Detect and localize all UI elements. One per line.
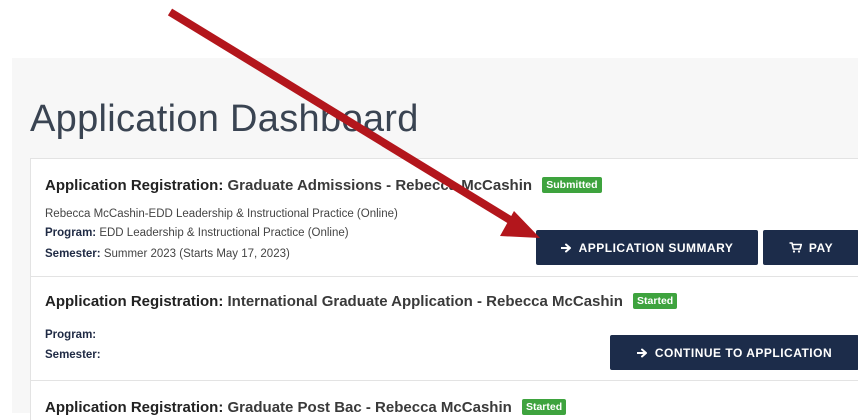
application-summary-label: APPLICATION SUMMARY <box>578 240 734 255</box>
shopping-cart-icon <box>789 242 802 253</box>
heading-prefix: Application Registration: <box>45 177 224 194</box>
semester-label: Semester: <box>45 349 101 361</box>
arrow-right-icon <box>560 243 571 252</box>
application-heading: Application Registration: International … <box>45 293 678 310</box>
application-detail: Rebecca McCashin-EDD Leadership & Instru… <box>45 208 398 220</box>
arrow-right-icon <box>636 348 647 357</box>
heading-prefix: Application Registration: <box>45 399 224 416</box>
status-badge: Started <box>633 293 678 309</box>
application-card-graduate-admissions: Application Registration: Graduate Admis… <box>30 158 858 276</box>
page-title: Application Dashboard <box>30 98 419 140</box>
heading-prefix: Application Registration: <box>45 293 224 310</box>
semester-line: Semester: Summer 2023 (Starts May 17, 20… <box>45 248 290 260</box>
pay-label: PAY <box>808 240 834 255</box>
semester-label: Semester: <box>45 248 101 260</box>
program-label: Program: <box>45 329 97 341</box>
program-line: Program: EDD Leadership & Instructional … <box>45 227 349 239</box>
semester-value: Summer 2023 (Starts May 17, 2023) <box>103 248 290 260</box>
pay-button[interactable]: PAY <box>763 230 858 265</box>
heading-text: International Graduate Application - Reb… <box>227 293 623 310</box>
program-label: Program: <box>45 227 97 239</box>
application-summary-button[interactable]: APPLICATION SUMMARY <box>536 230 758 265</box>
application-card-international-graduate: Application Registration: International … <box>30 276 858 380</box>
heading-text: Graduate Admissions - Rebecca McCashin <box>227 177 533 194</box>
application-heading: Application Registration: Graduate Post … <box>45 399 567 416</box>
semester-line: Semester: <box>45 349 101 361</box>
program-value: EDD Leadership & Instructional Practice … <box>99 227 349 239</box>
continue-to-application-button[interactable]: CONTINUE TO APPLICATION <box>610 335 858 370</box>
program-line: Program: <box>45 329 96 341</box>
application-heading: Application Registration: Graduate Admis… <box>45 177 602 194</box>
application-card-graduate-post-bac: Application Registration: Graduate Post … <box>30 380 858 420</box>
continue-to-application-label: CONTINUE TO APPLICATION <box>654 345 833 360</box>
status-badge: Submitted <box>542 177 602 193</box>
heading-text: Graduate Post Bac - Rebecca McCashin <box>227 399 512 416</box>
